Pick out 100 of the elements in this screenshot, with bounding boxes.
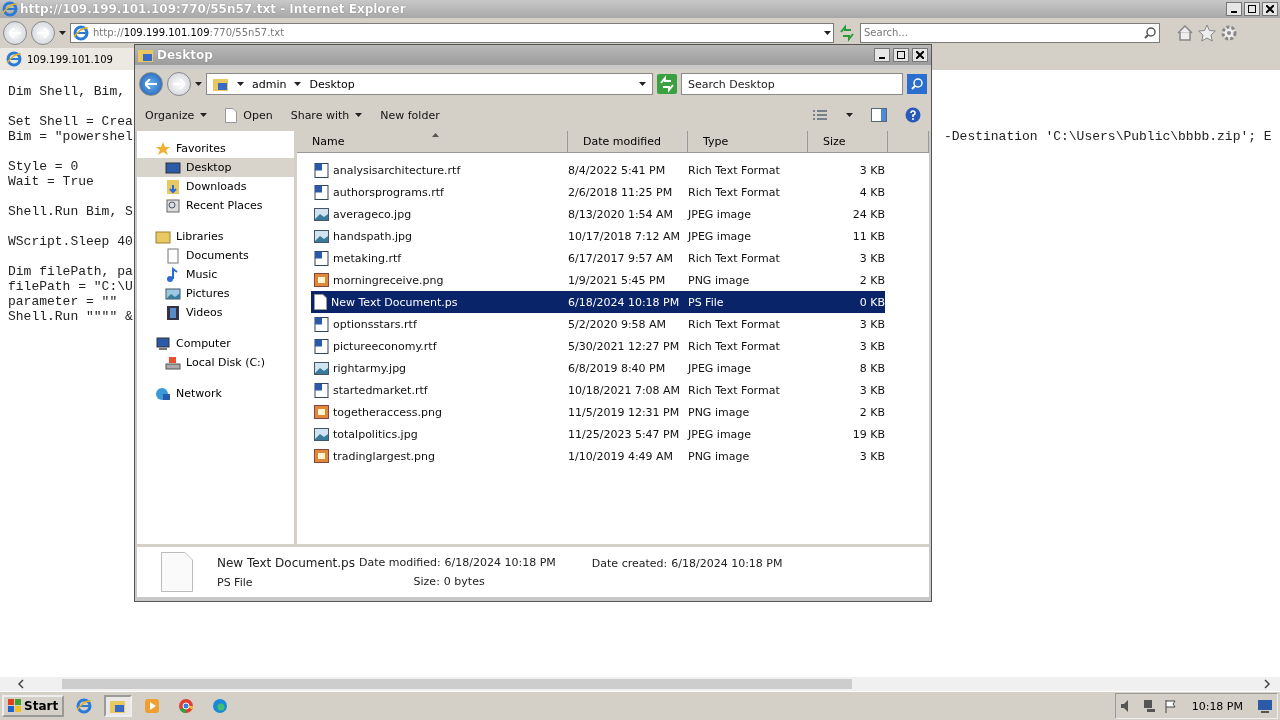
scroll-left-icon[interactable] bbox=[16, 679, 26, 689]
file-name: togetheraccess.png bbox=[333, 405, 442, 419]
file-name: authorsprograms.rtf bbox=[333, 185, 444, 199]
toolbar-button[interactable]: Open bbox=[225, 107, 273, 123]
refresh-icon[interactable] bbox=[838, 23, 856, 42]
show-desktop-icon[interactable] bbox=[1257, 699, 1273, 713]
file-name: optionsstars.rtf bbox=[333, 317, 417, 331]
file-row[interactable]: handspath.jpg 10/17/2018 7:12 AM JPEG image 11 KB bbox=[311, 225, 885, 247]
file-row[interactable]: authorsprograms.rtf 2/6/2018 11:25 PM Rich Text Format 4 KB bbox=[311, 181, 885, 203]
breadcrumb-item[interactable]: Desktop bbox=[309, 77, 355, 91]
scroll-right-icon[interactable] bbox=[1262, 679, 1272, 689]
size-cell-text: 3 KB bbox=[858, 383, 885, 397]
sort-arrow-icon bbox=[432, 133, 439, 137]
image-icon bbox=[314, 207, 329, 221]
settings-icon[interactable] bbox=[1220, 23, 1238, 42]
size-cell-text: 3 KB bbox=[858, 163, 885, 177]
document-icon bbox=[165, 247, 181, 264]
nav-item[interactable]: Downloads bbox=[137, 177, 294, 196]
taskbar-app[interactable] bbox=[104, 695, 133, 717]
file-row[interactable]: analysisarchitecture.rtf 8/4/2022 5:41 PM Rich Text Format 3 KB bbox=[311, 159, 885, 181]
date-cell-text: 1/10/2019 4:49 AM bbox=[568, 449, 675, 463]
star-icon[interactable] bbox=[1198, 23, 1216, 42]
caret-icon bbox=[355, 113, 363, 117]
type-cell-text: Rich Text Format bbox=[688, 383, 781, 397]
home-icon[interactable] bbox=[1176, 23, 1194, 42]
search-button[interactable] bbox=[907, 74, 927, 94]
close-button[interactable] bbox=[912, 48, 928, 62]
nav-item[interactable]: Music bbox=[137, 265, 294, 284]
nav-group[interactable]: Libraries bbox=[176, 230, 224, 243]
file-row[interactable]: startedmarket.rtf 10/18/2021 7:08 AM Rich Text Format 3 KB bbox=[311, 379, 885, 401]
code-line: parameter = "" bbox=[8, 294, 118, 309]
code-line: Dim filePath, pa bbox=[8, 264, 133, 279]
type-cell-text: JPEG image bbox=[688, 207, 753, 221]
search-field[interactable]: Search... bbox=[860, 22, 1160, 43]
document-icon bbox=[314, 338, 329, 354]
caret-icon bbox=[237, 82, 244, 86]
nav-item[interactable]: Recent Places bbox=[137, 196, 294, 215]
play-icon bbox=[144, 698, 161, 714]
back-button[interactable] bbox=[139, 72, 163, 96]
minimize-button[interactable] bbox=[874, 48, 890, 62]
column-header[interactable]: Date modified bbox=[568, 131, 688, 153]
nav-item[interactable]: Documents bbox=[137, 246, 294, 265]
forward-button[interactable] bbox=[31, 20, 55, 45]
nav-group[interactable]: Network bbox=[176, 387, 222, 400]
forward-button[interactable] bbox=[167, 72, 191, 96]
column-header[interactable]: Type bbox=[688, 131, 808, 153]
edge-icon bbox=[212, 698, 229, 714]
image-icon bbox=[314, 449, 329, 463]
image-icon bbox=[314, 405, 329, 419]
nav-item[interactable]: Local Disk (C:) bbox=[137, 353, 294, 372]
restore-icon bbox=[1248, 5, 1256, 13]
type-cell-text: JPEG image bbox=[688, 427, 753, 441]
file-row[interactable]: rightarmy.jpg 6/8/2019 8:40 PM JPEG image 8 KB bbox=[311, 357, 885, 379]
file-row[interactable]: morningreceive.png 1/9/2021 5:45 PM PNG image 2 KB bbox=[311, 269, 885, 291]
caret-icon bbox=[846, 113, 853, 117]
file-name: rightarmy.jpg bbox=[333, 361, 407, 375]
breadcrumb-item[interactable]: admin bbox=[252, 77, 287, 91]
restore-button[interactable] bbox=[1244, 2, 1260, 16]
breadcrumb-bar[interactable]: admin Desktop bbox=[206, 73, 653, 95]
network-icon[interactable] bbox=[1141, 699, 1156, 713]
file-row[interactable]: tradinglargest.png 1/10/2019 4:49 AM PNG image 3 KB bbox=[311, 445, 885, 467]
close-button[interactable] bbox=[1262, 2, 1278, 16]
address-bar[interactable]: http://109.199.101.109:770/55n57.txt bbox=[70, 22, 834, 43]
file-row[interactable]: pictureeconomy.rtf 5/30/2021 12:27 PM Rich Text Format 3 KB bbox=[311, 335, 885, 357]
toolbar-button[interactable]: Share with bbox=[290, 108, 363, 122]
nav-group[interactable]: Computer bbox=[176, 337, 231, 350]
nav-item[interactable]: Desktop bbox=[137, 158, 294, 177]
forward-arrow-icon bbox=[37, 27, 49, 38]
help-icon[interactable] bbox=[905, 107, 921, 123]
type-cell-text: JPEG image bbox=[688, 229, 753, 243]
file-row[interactable]: optionsstars.rtf 5/2/2020 9:58 AM Rich Text Format 3 KB bbox=[311, 313, 885, 335]
search-field[interactable]: Search Desktop bbox=[681, 73, 903, 95]
view-options-icon[interactable] bbox=[812, 109, 828, 121]
toolbar-button[interactable]: Organize bbox=[145, 108, 208, 122]
maximize-button[interactable] bbox=[893, 48, 909, 62]
back-button[interactable] bbox=[3, 20, 27, 45]
nav-item[interactable]: Pictures bbox=[137, 284, 294, 303]
preview-pane-icon[interactable] bbox=[871, 108, 887, 122]
image-icon bbox=[314, 229, 329, 243]
file-row[interactable]: metaking.rtf 6/17/2017 9:57 AM Rich Text Format 3 KB bbox=[311, 247, 885, 269]
detail-label: Size: bbox=[413, 575, 440, 588]
file-row[interactable]: averageco.jpg 8/13/2020 1:54 AM JPEG image 24 KB bbox=[311, 203, 885, 225]
column-header[interactable]: Name bbox=[297, 131, 568, 153]
caret-icon bbox=[639, 82, 646, 86]
nav-group[interactable]: Favorites bbox=[176, 142, 226, 155]
flag-icon[interactable] bbox=[1163, 699, 1178, 713]
minimize-button[interactable] bbox=[1226, 2, 1242, 16]
document-icon bbox=[314, 382, 329, 398]
toolbar-button[interactable]: New folder bbox=[380, 108, 440, 122]
nav-item[interactable]: Videos bbox=[137, 303, 294, 322]
start-button[interactable]: Start bbox=[2, 695, 65, 717]
refresh-icon[interactable] bbox=[657, 74, 677, 94]
file-row[interactable]: totalpolitics.jpg 11/25/2023 5:47 PM JPEG image 19 KB bbox=[311, 423, 885, 445]
file-row[interactable]: New Text Document.ps 6/18/2024 10:18 PM PS File 0 KB bbox=[311, 291, 885, 313]
column-header[interactable]: Size bbox=[808, 131, 888, 153]
file-row[interactable]: togetheraccess.png 11/5/2019 12:31 PM PNG image 2 KB bbox=[311, 401, 885, 423]
code-line: Shell.Run Bim, S bbox=[8, 204, 133, 219]
date-cell-text: 6/8/2019 8:40 PM bbox=[568, 361, 667, 375]
document-icon bbox=[314, 184, 329, 200]
code-line: Bim = "powershel bbox=[8, 129, 133, 144]
